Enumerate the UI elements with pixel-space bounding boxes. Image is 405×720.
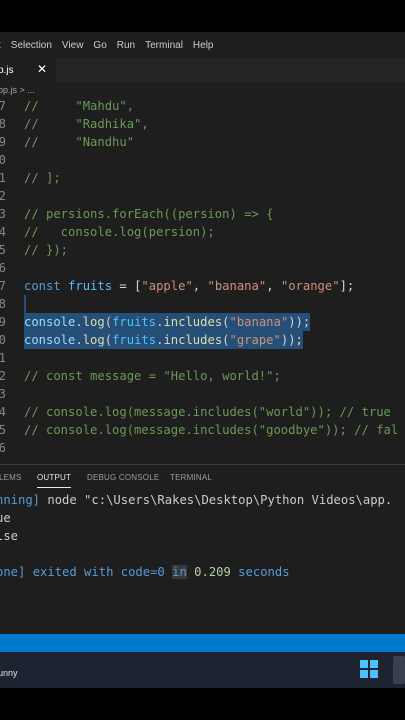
output-line: lse: [0, 529, 19, 543]
code-line: 2// const message = "Hello, world!";: [0, 369, 281, 383]
tab-terminal[interactable]: TERMINAL: [170, 473, 212, 482]
code-line: 3// persions.forEach((persion) => {: [0, 207, 274, 221]
code-line: 4// console.log(persion);: [0, 225, 215, 239]
tab-problems[interactable]: LEMS: [0, 473, 22, 482]
code-line: 5// console.log(message.includes("goodby…: [0, 423, 399, 437]
code-line: 2: [0, 189, 6, 203]
code-line: 1// ];: [0, 171, 61, 185]
menu-help[interactable]: Help: [188, 40, 219, 51]
code-line-selected: 9 console.log(fruits.includes("banana"));: [0, 313, 311, 331]
taskbar: unny: [0, 652, 405, 688]
tab-debug-console[interactable]: DEBUG CONSOLE: [87, 473, 159, 482]
menu-selection[interactable]: Selection: [6, 40, 57, 51]
code-editor[interactable]: 7// "Mahdu", 8// "Radhika", 9// "Nandhu"…: [0, 98, 405, 464]
code-line: 8: [0, 295, 405, 313]
tab-bar: p.js ✕: [0, 58, 405, 82]
code-line: 7 const fruits = ["apple", "banana", "ora…: [0, 279, 355, 293]
code-line: 6: [0, 441, 6, 455]
close-icon[interactable]: ✕: [37, 63, 47, 75]
menu-terminal[interactable]: Terminal: [140, 40, 188, 51]
top-black-bar: [0, 0, 405, 32]
code-line: 5// });: [0, 243, 69, 257]
panel-tabs: LEMS OUTPUT DEBUG CONSOLE TERMINAL: [0, 473, 405, 489]
code-line: 4// console.log(message.includes("world"…: [0, 405, 391, 419]
output-line: ue: [0, 511, 11, 525]
output-panel: LEMS OUTPUT DEBUG CONSOLE TERMINAL nning…: [0, 464, 405, 635]
menu-view[interactable]: View: [57, 40, 89, 51]
code-line: 0: [0, 153, 6, 167]
code-line-selected: 0 console.log(fruits.includes("grape"));: [0, 331, 303, 349]
tab-app-js[interactable]: p.js ✕: [0, 58, 56, 82]
code-line: 8// "Radhika",: [0, 117, 149, 131]
tab-label: p.js: [0, 64, 14, 76]
code-line: 1: [0, 351, 6, 365]
code-line: 9// "Nandhu": [0, 135, 135, 149]
bottom-black-bar: [0, 688, 405, 720]
menu-go[interactable]: Go: [88, 40, 111, 51]
code-line: 6: [0, 261, 6, 275]
output-line: nning] node "c:\Users\Rakes\Desktop\Pyth…: [0, 493, 393, 507]
output-line: one] exited with code=0 in 0.209 seconds: [0, 565, 290, 579]
menu-run[interactable]: Run: [112, 40, 140, 51]
tab-output[interactable]: OUTPUT: [37, 473, 72, 488]
code-line: 7// "Mahdu",: [0, 99, 135, 113]
breadcrumb[interactable]: op.js > ...: [0, 82, 405, 98]
taskbar-app-icon[interactable]: [393, 656, 405, 684]
code-line: 3: [0, 387, 6, 401]
windows-start-icon[interactable]: [360, 660, 378, 678]
status-bar: [0, 634, 405, 652]
taskbar-label: unny: [0, 668, 18, 678]
menu-bar: t Selection View Go Run Terminal Help: [0, 32, 405, 58]
